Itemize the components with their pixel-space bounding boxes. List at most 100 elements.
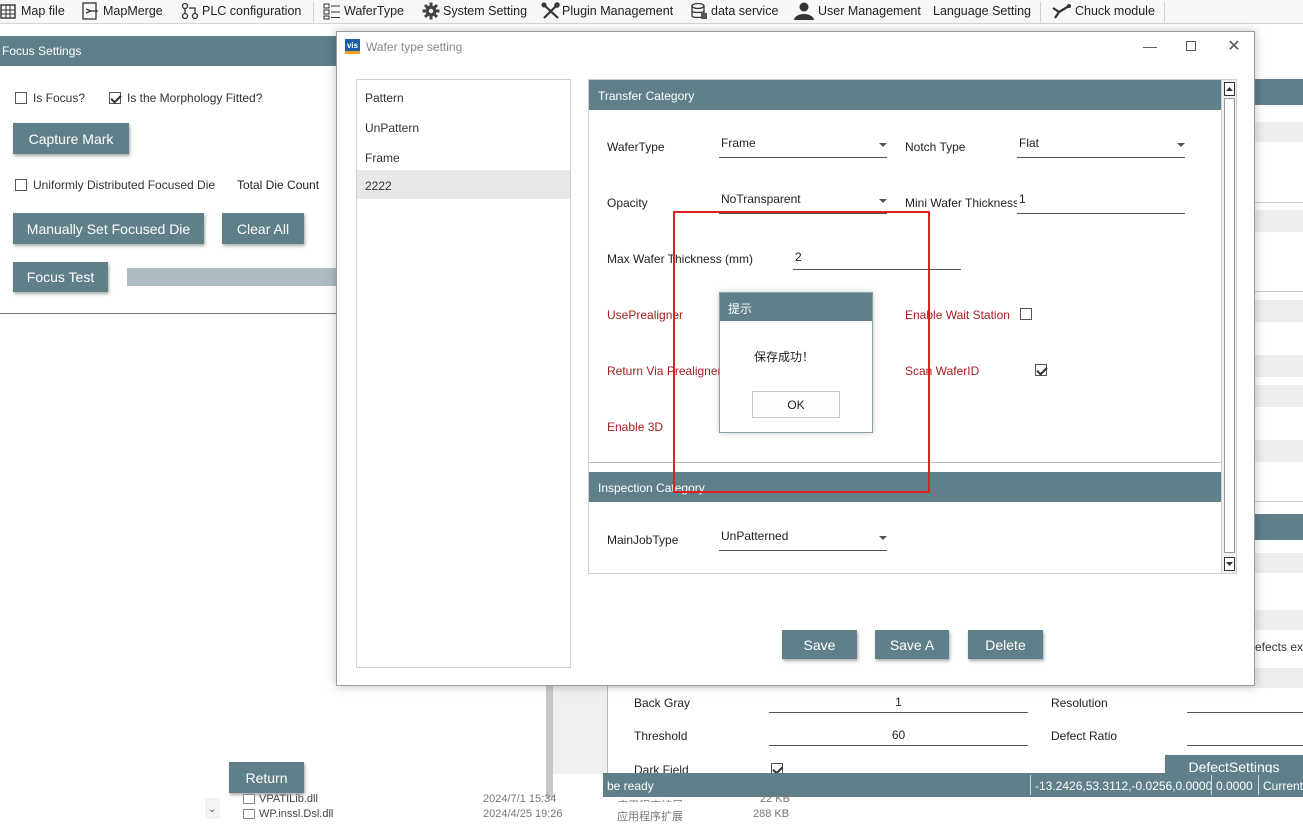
list-icon [323,2,341,20]
toolbar-label: PLC configuration [202,4,302,18]
dark-field-checkbox[interactable] [771,763,783,773]
defect-ratio-label: Defect Ratio [1051,729,1118,743]
uniform-focused-die-checkbox[interactable]: Uniformly Distributed Focused Die [15,178,215,192]
capture-mark-button[interactable]: Capture Mark [13,123,129,154]
toolbar-label: MapMerge [103,4,163,18]
toolbar-label: WaferType [344,4,404,18]
checkbox-box[interactable] [109,92,121,104]
toolbar-plc-configuration[interactable]: PLC configuration [181,0,301,22]
wafer-type-select[interactable]: Frame [719,136,887,158]
checkbox-box[interactable] [771,763,783,773]
delete-button[interactable]: Delete [968,630,1043,659]
list-item[interactable]: Pattern [357,82,570,111]
main-job-type-select[interactable]: UnPatterned [719,529,887,551]
grid-icon [0,2,18,20]
focus-divider [0,313,338,314]
scan-wafer-id-checkbox[interactable] [1035,364,1048,376]
is-focus-checkbox[interactable]: Is Focus? [15,91,85,105]
close-icon[interactable]: ✕ [1219,36,1249,56]
scroll-up-icon[interactable] [1224,82,1235,96]
defects-text: efects exc [1255,640,1303,654]
gear-icon [422,2,440,20]
toolbar-label: User Management [818,4,921,18]
status-value: 0.0000 [1216,779,1253,793]
save-a-button[interactable]: Save A [875,630,949,659]
checkbox-box[interactable] [15,92,27,104]
threshold-input[interactable]: 60 [769,726,1028,746]
toolbar-map-file[interactable]: Map file [0,0,65,22]
background-row [1255,385,1303,407]
file-size: 22 KB [760,793,790,802]
status-divider [1258,775,1259,795]
scroll-down-icon[interactable] [1224,557,1235,571]
scroll-thumb[interactable] [1224,98,1235,553]
total-die-count-label: Total Die Count [237,178,320,192]
chevron-down-icon [879,536,887,540]
status-divider [1030,775,1031,795]
status-coordinates: -13.2426,53.3112,-0.0256,0.0000 [1035,779,1213,793]
resolution-input[interactable] [1187,693,1303,713]
background-row [1255,476,1303,502]
scan-wafer-id-label: Scan WaferID [905,364,980,378]
background-row [1255,122,1303,142]
return-button[interactable]: Return [229,762,304,793]
chevron-down-icon[interactable]: ⌄ [208,804,216,815]
background-row [1255,553,1303,573]
select-value: Frame [721,136,756,150]
checkbox-box[interactable] [15,179,27,191]
select-value: Flat [1019,136,1040,150]
transfer-category-header: Transfer Category [589,80,1221,110]
background-header-strip [1255,79,1303,105]
file-name[interactable]: VPATILib.dll [259,793,318,802]
status-divider [1211,775,1212,795]
save-button[interactable]: Save [782,630,857,659]
focus-test-button[interactable]: Focus Test [13,262,108,292]
toolbar-label: Map file [21,4,65,18]
form-scrollbar[interactable] [1221,80,1236,573]
mini-wafer-thickness-input[interactable]: 1 [1017,192,1185,214]
background-row [1255,300,1303,322]
wafer-type-list: Pattern UnPattern Frame 2222 [356,79,571,668]
dialog-title-bar: vis Wafer type setting [345,39,462,54]
list-item[interactable]: UnPattern [357,112,570,141]
toolbar-chuck-module[interactable]: Chuck module [1050,0,1155,22]
chevron-down-icon [879,143,887,147]
threshold-label: Threshold [634,729,688,743]
maximize-icon[interactable] [1176,36,1206,56]
toolbar-label: System Setting [443,4,528,18]
clear-all-button[interactable]: Clear All [222,213,304,244]
toolbar-mapmerge[interactable]: MapMerge [82,0,163,22]
toolbar-data-service[interactable]: data service [690,0,778,22]
notch-type-select[interactable]: Flat [1017,136,1185,158]
background-header-strip [1255,514,1303,540]
toolbar-system-setting[interactable]: System Setting [422,0,527,22]
defect-ratio-input[interactable] [1187,726,1303,746]
background-row [1255,610,1303,630]
file-type: 应用程序扩展 [617,797,683,802]
background-panel [553,686,607,774]
list-item-selected[interactable]: 2222 [357,170,570,199]
enable-wait-station-checkbox[interactable] [1020,308,1032,320]
select-value: UnPatterned [721,529,789,543]
splitter[interactable] [546,686,553,798]
toolbar-user-management[interactable]: User Management [793,0,921,22]
file-name[interactable]: WP.inssl.Dsl.dll [259,808,333,820]
minimize-icon[interactable]: — [1135,36,1165,56]
opacity-select[interactable]: NoTransparent [719,192,887,214]
list-item[interactable]: Frame [357,142,570,171]
manually-set-focused-die-button[interactable]: Manually Set Focused Die [13,213,204,244]
section-divider [589,462,1221,463]
toolbar-wafertype[interactable]: WaferType [323,0,404,22]
defect-settings-button[interactable]: DefectSettings [1165,755,1303,773]
chuck-icon [1050,2,1072,20]
wafer-type-label: WaferType [607,140,665,154]
enable-wait-station-label: Enable Wait Station [905,308,1010,322]
morphology-fitted-checkbox[interactable]: Is the Morphology Fitted? [109,91,262,105]
back-gray-input[interactable]: 1 [769,693,1028,713]
max-wafer-thickness-input[interactable]: 2 [793,248,961,270]
ok-button[interactable]: OK [752,391,840,418]
toolbar-plugin-management[interactable]: Plugin Management [541,0,673,22]
toolbar-language-setting[interactable]: Language Setting [933,0,1031,22]
vis-logo: vis [345,39,360,54]
select-value: NoTransparent [721,192,801,206]
